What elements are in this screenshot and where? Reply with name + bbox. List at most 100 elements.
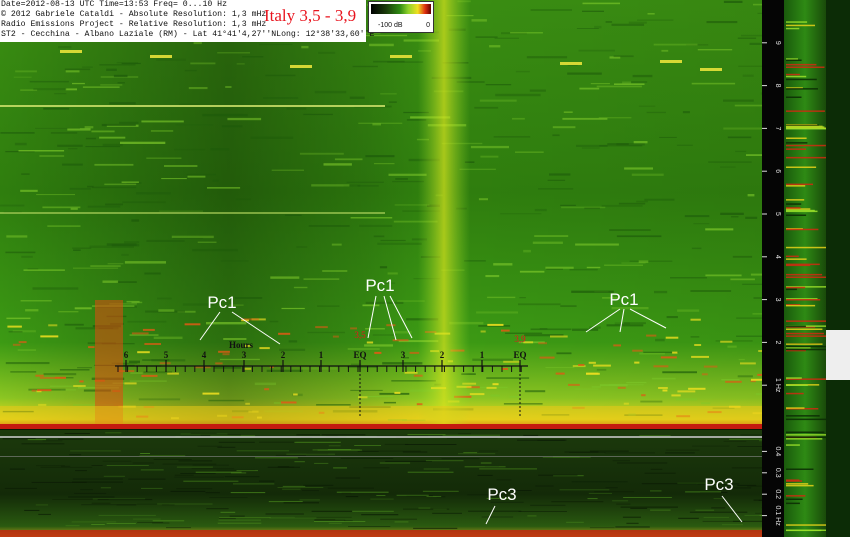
texture-streak	[74, 492, 107, 494]
texture-streak	[219, 358, 260, 361]
texture-streak	[538, 474, 578, 476]
texture-spot	[665, 336, 679, 339]
texture-streak	[197, 241, 217, 243]
texture-streak	[561, 206, 606, 209]
texture-streak	[737, 375, 753, 378]
texture-streak	[141, 120, 184, 123]
strip-mark	[786, 502, 800, 505]
hours-tick-label: 3	[401, 350, 406, 360]
texture-streak	[119, 121, 139, 124]
strip-mark	[786, 418, 831, 421]
texture-streak	[747, 194, 755, 197]
texture-streak	[43, 107, 70, 110]
texture-streak	[327, 487, 374, 489]
strip-mark	[786, 431, 825, 433]
texture-streak	[346, 181, 384, 183]
strip-mark	[786, 286, 806, 289]
texture-spot	[144, 343, 161, 345]
texture-streak	[90, 265, 121, 267]
texture-streak	[524, 390, 546, 393]
texture-spot	[73, 385, 86, 387]
texture-streak	[616, 235, 662, 238]
y-tick-label: 7	[774, 126, 781, 130]
texture-streak	[174, 476, 224, 478]
eq-marker-2: 3,9	[514, 334, 526, 344]
texture-streak	[77, 367, 92, 369]
texture-streak	[282, 485, 306, 487]
broadband-burst	[418, 0, 470, 428]
texture-streak	[549, 173, 571, 176]
texture-streak	[363, 467, 390, 469]
texture-streak	[441, 458, 480, 460]
texture-streak	[15, 70, 37, 73]
texture-streak	[639, 352, 665, 355]
texture-streak	[480, 155, 499, 158]
texture-streak	[311, 184, 350, 187]
strip-mark	[786, 438, 823, 440]
texture-streak	[104, 183, 137, 186]
lower-panel	[0, 430, 811, 537]
texture-streak	[42, 440, 63, 442]
texture-streak	[31, 481, 87, 483]
texture-streak	[678, 517, 699, 519]
strip-mark	[786, 304, 816, 307]
strip-mark	[786, 207, 801, 209]
texture-line	[0, 456, 762, 457]
texture-streak	[589, 527, 615, 529]
texture-streak	[72, 478, 123, 480]
texture-streak	[35, 127, 80, 129]
color-scale-max: 0	[426, 22, 430, 29]
y-tick-label: 8	[774, 84, 781, 88]
texture-streak	[369, 43, 394, 47]
texture-streak	[10, 371, 37, 373]
texture-streak	[496, 479, 512, 481]
texture-streak	[136, 192, 171, 195]
strip-mark	[786, 128, 830, 130]
strip-mark	[786, 21, 808, 23]
texture-streak	[184, 69, 197, 72]
texture-streak	[385, 460, 432, 462]
texture-spot	[278, 332, 291, 335]
right-axis-background	[762, 0, 784, 537]
texture-streak	[151, 359, 186, 362]
texture-streak	[493, 263, 513, 266]
texture-streak	[396, 494, 429, 496]
texture-streak	[299, 499, 320, 501]
y-tick-label: 4	[774, 255, 781, 259]
texture-streak	[206, 508, 229, 510]
texture-streak	[518, 511, 567, 512]
texture-streak	[631, 173, 664, 176]
strip-mark	[786, 183, 813, 186]
texture-streak	[357, 451, 379, 452]
texture-streak	[605, 487, 618, 489]
texture-streak	[294, 441, 341, 443]
texture-streak	[124, 261, 166, 264]
texture-spot	[555, 372, 565, 375]
texture-streak	[388, 101, 397, 103]
texture-spot	[244, 367, 252, 370]
texture-streak	[188, 87, 208, 90]
texture-streak	[379, 462, 411, 464]
texture-streak	[530, 504, 566, 506]
header-latitude: ST2 - Cecchina - Albano Laziale (RM) - L…	[1, 30, 277, 39]
texture-streak	[140, 469, 164, 471]
texture-streak	[626, 522, 639, 524]
strip-mark	[786, 276, 831, 278]
texture-streak	[190, 432, 217, 434]
texture-streak	[742, 74, 754, 77]
texture-streak	[376, 495, 386, 496]
texture-streak	[729, 438, 764, 440]
texture-spot	[469, 393, 485, 396]
strip-mark	[786, 273, 823, 276]
texture-streak	[526, 56, 568, 59]
texture-streak	[121, 181, 139, 183]
texture-streak	[365, 155, 395, 158]
texture-streak	[365, 328, 385, 330]
texture-streak	[113, 74, 128, 78]
texture-line	[0, 212, 385, 214]
texture-streak	[529, 89, 546, 92]
texture-streak	[590, 83, 610, 85]
hours-label: Hours	[229, 340, 254, 350]
texture-streak	[512, 117, 525, 120]
texture-streak	[616, 503, 631, 505]
